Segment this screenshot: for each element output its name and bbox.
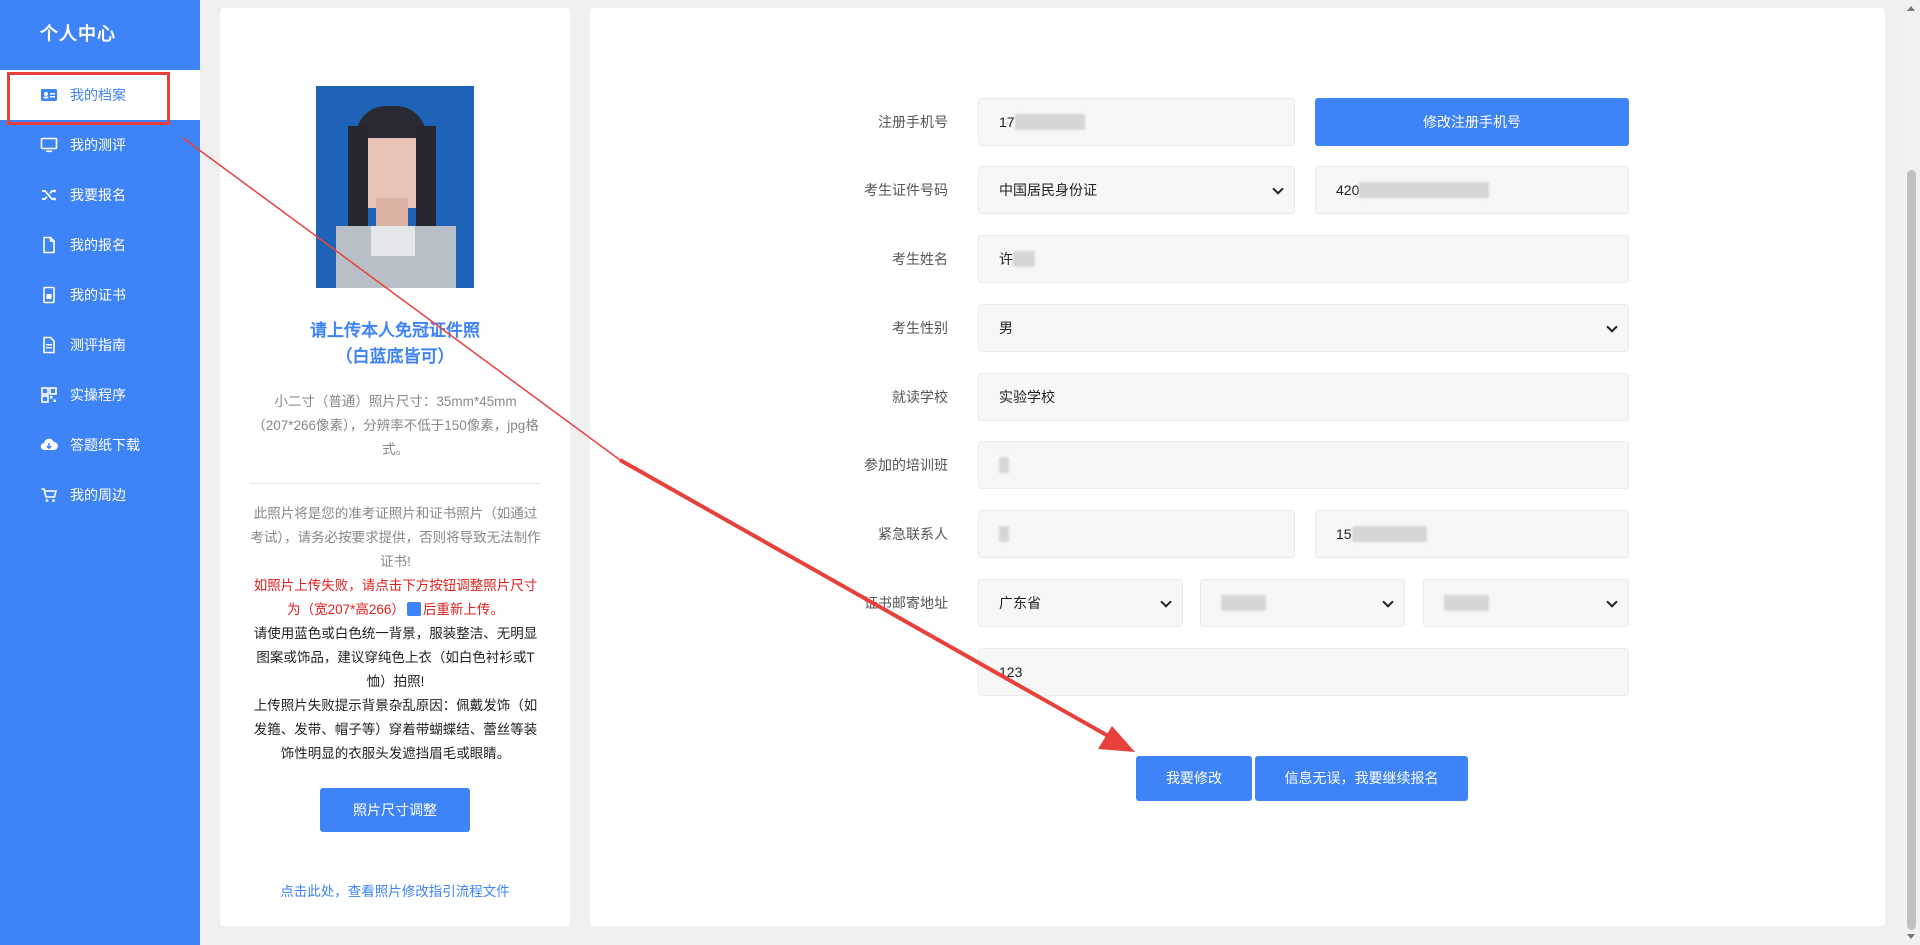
masked-value [1351,526,1427,542]
sidebar-item-label: 我的周边 [70,487,126,503]
note-failure-reasons: 上传照片失败提示背景杂乱原因：佩戴发饰（如发箍、发带、帽子等）穿着带蝴蝶结、蕾丝… [253,698,538,761]
contact-row: 紧急联系人 15 [590,510,1885,558]
address-row: 证书邮寄地址 广东省 [590,579,1885,627]
cloud-download-icon [40,436,58,454]
gender-row: 考生性别 男 [590,304,1885,352]
sidebar-item-practical[interactable]: 实操程序 [0,370,200,420]
sidebar-menu: 我的档案 我的测评 我要报名 我的报名 我的证书 测评指南 实操程序 答题纸下载… [0,70,200,520]
sidebar-item-guide[interactable]: 测评指南 [0,320,200,370]
masked-value [1014,114,1085,130]
note-upload-failure: 如照片上传失败，请点击下方按钮调整照片尺寸为（宽207*高266） 后重新上传。 [248,574,543,622]
contact-name-field[interactable] [978,510,1295,558]
training-label: 参加的培训班 [864,457,948,473]
scroll-down-arrow-icon[interactable] [1907,934,1915,939]
sidebar-item-label: 我的证书 [70,287,126,303]
name-label: 考生姓名 [892,251,948,267]
photo-size-hint: 小二寸（普通）照片尺寸：35mm*45mm（207*266像素），分辨率不低于1… [252,394,539,457]
masked-value [999,526,1009,542]
city-select[interactable] [1200,579,1405,627]
address-detail-field[interactable]: 123 [978,648,1629,696]
cart-icon [40,486,58,504]
modify-button[interactable]: 我要修改 [1136,756,1252,801]
sidebar-item-label: 我的报名 [70,237,126,253]
sidebar-item-my-assessment[interactable]: 我的测评 [0,120,200,170]
address-label: 证书邮寄地址 [864,595,948,611]
name-value: 许 [999,251,1013,267]
contact-phone-field[interactable]: 15 [1315,510,1629,558]
school-row: 就读学校 实验学校 [590,373,1885,421]
province-select[interactable]: 广东省 [978,579,1183,627]
phone-value: 17 [999,114,1015,130]
monitor-icon [40,136,58,154]
sidebar-item-register[interactable]: 我要报名 [0,170,200,220]
gender-select[interactable]: 男 [978,304,1629,352]
sidebar-item-label: 实操程序 [70,387,126,403]
school-field[interactable]: 实验学校 [978,373,1629,421]
note-red-text-2: 后重新上传。 [422,602,504,617]
masked-value [999,457,1009,473]
id-type-select[interactable]: 中国居民身份证 [978,166,1295,214]
shuffle-icon [40,186,58,204]
sidebar-item-label: 我的测评 [70,137,126,153]
divider [250,483,540,484]
sidebar: 个人中心 我的档案 我的测评 我要报名 我的报名 我的证书 测评指南 实操程序 … [0,0,200,945]
id-row: 考生证件号码 中国居民身份证 420 [590,166,1885,214]
id-number-value: 420 [1336,182,1360,198]
phone-row: 注册手机号 17 修改注册手机号 [590,98,1885,146]
guide-icon [40,336,58,354]
sidebar-item-label: 我的档案 [70,87,126,103]
document-icon [40,236,58,254]
masked-value [1221,595,1266,611]
sidebar-title: 个人中心 [40,24,116,44]
sidebar-item-answer-sheet-download[interactable]: 答题纸下载 [0,420,200,470]
certificate-icon [40,286,58,304]
change-phone-button[interactable]: 修改注册手机号 [1315,98,1629,146]
name-field[interactable]: 许 [978,235,1629,283]
note-background-requirement: 请使用蓝色或白色统一背景，服装整洁、无明显图案或饰品，建议穿纯色上衣（如白色衬衫… [253,626,538,689]
sidebar-item-my-certificates[interactable]: 我的证书 [0,270,200,320]
school-label: 就读学校 [892,389,948,405]
photo-panel: 请上传本人免冠证件照 （白蓝底皆可） 小二寸（普通）照片尺寸：35mm*45mm… [220,8,570,926]
masked-value [1444,595,1489,611]
training-row: 参加的培训班 [590,441,1885,489]
masked-value [1359,182,1490,198]
training-field[interactable] [978,441,1629,489]
contact-label: 紧急联系人 [878,526,948,542]
continue-registration-button[interactable]: 信息无误，我要继续报名 [1255,756,1468,801]
document-icon [406,602,421,616]
profile-photo[interactable] [316,86,474,288]
sidebar-item-merchandise[interactable]: 我的周边 [0,470,200,520]
scroll-up-arrow-icon[interactable] [1907,6,1915,11]
district-select[interactable] [1423,579,1629,627]
upload-photo-title: 请上传本人免冠证件照 （白蓝底皆可） [240,318,550,370]
upload-title-line1: 请上传本人免冠证件照 [310,321,480,340]
sidebar-item-label: 测评指南 [70,337,126,353]
sidebar-item-my-profile[interactable]: 我的档案 [0,70,200,125]
photo-guide-link[interactable]: 点击此处，查看照片修改指引流程文件 [240,880,550,900]
qr-code-icon [40,386,58,404]
profile-card-icon [40,86,58,104]
photo-resize-button[interactable]: 照片尺寸调整 [320,788,470,832]
sidebar-item-my-registrations[interactable]: 我的报名 [0,220,200,270]
page-scrollbar[interactable] [1903,0,1920,945]
masked-value [1013,251,1035,267]
address-detail-row: 123 [590,648,1885,696]
sidebar-item-label: 我要报名 [70,187,126,203]
gender-label: 考生性别 [892,320,948,336]
phone-label: 注册手机号 [878,114,948,130]
sidebar-item-label: 答题纸下载 [70,437,140,453]
photo-notes: 此照片将是您的准考证照片和证书照片（如通过考试），请务必按要求提供，否则将导致无… [248,502,543,766]
id-label: 考生证件号码 [864,182,948,198]
name-row: 考生姓名 许 [590,235,1885,283]
id-number-field[interactable]: 420 [1315,166,1629,214]
phone-field[interactable]: 17 [978,98,1295,146]
note-certificate-warning: 此照片将是您的准考证照片和证书照片（如通过考试），请务必按要求提供，否则将导致无… [250,506,541,569]
scroll-thumb[interactable] [1907,170,1916,930]
profile-form-panel: 注册手机号 17 修改注册手机号 考生证件号码 中国居民身份证 420 考生姓名… [590,8,1885,926]
contact-phone-value: 15 [1336,526,1352,542]
upload-title-line2: （白蓝底皆可） [335,347,455,366]
